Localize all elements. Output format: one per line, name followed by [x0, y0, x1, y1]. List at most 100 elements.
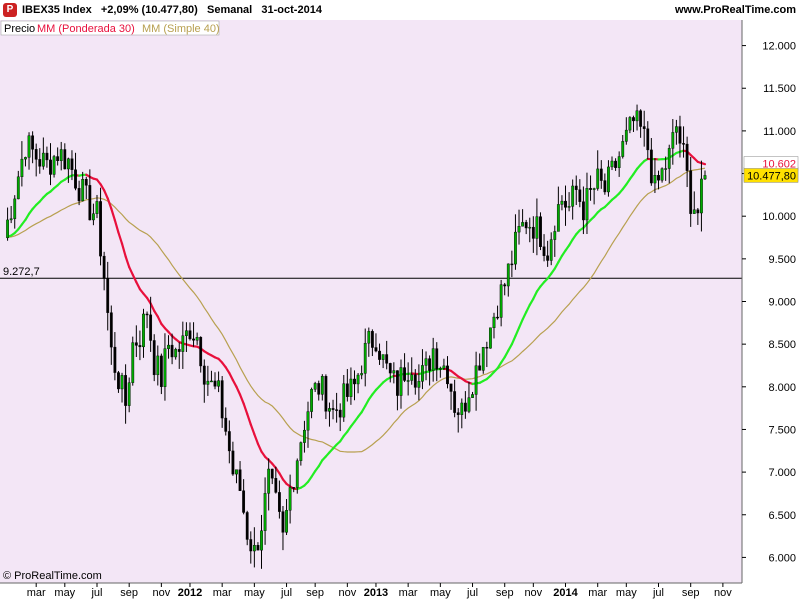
candle-body — [678, 126, 682, 144]
candle-body — [41, 152, 45, 167]
x-tick-label: may — [54, 587, 75, 599]
y-tick-label: 6.500 — [768, 510, 796, 522]
candle-body — [385, 354, 389, 364]
y-tick-label: 6.000 — [768, 552, 796, 564]
candle-body — [138, 345, 142, 348]
candle-body — [328, 408, 331, 412]
candle-body — [159, 355, 163, 387]
candle-body — [224, 417, 228, 432]
x-tick-label: jul — [280, 587, 292, 599]
candle-body — [45, 152, 49, 161]
x-tick-label: mar — [588, 587, 607, 599]
candle-body — [295, 460, 299, 488]
candle-body — [310, 389, 313, 412]
candle-body — [142, 313, 145, 348]
candle-body — [596, 168, 600, 189]
candle-body — [689, 170, 693, 214]
candle-body — [245, 512, 249, 540]
candle-body — [503, 284, 507, 287]
y-tick-label: 10.000 — [762, 211, 796, 223]
candle-body — [84, 179, 88, 186]
candle-body — [353, 378, 356, 385]
x-tick-label: may — [430, 587, 451, 599]
candle-body — [446, 365, 449, 385]
candle-body — [467, 397, 471, 412]
x-tick-label: sep — [496, 587, 514, 599]
candle-body — [303, 429, 306, 443]
candle-body — [120, 375, 124, 390]
x-tick-label: may — [616, 587, 637, 599]
candle-body — [342, 383, 346, 418]
price-chart[interactable]: 6.000 6.500 7.000 7.500 8.000 8.500 9.000 9.500… — [0, 0, 800, 600]
legend-wma[interactable]: MM (Ponderada 30) — [37, 23, 135, 35]
candle-body — [485, 347, 489, 349]
candle-body — [88, 185, 92, 221]
x-tick-label: jul — [90, 587, 102, 599]
candle-body — [74, 169, 77, 189]
candle-body — [528, 226, 532, 229]
candle-body — [531, 226, 535, 239]
x-tick-label: mar — [27, 587, 46, 599]
candle-body — [392, 370, 396, 374]
candle-body — [199, 337, 203, 367]
x-tick-label: nov — [152, 587, 170, 599]
candle-body — [396, 370, 399, 396]
candle-body — [667, 148, 671, 169]
candle-body — [581, 201, 585, 221]
candle-body — [506, 263, 510, 287]
candle-body — [49, 159, 52, 175]
candle-body — [338, 409, 342, 418]
candle-body — [496, 316, 499, 319]
candle-body — [235, 469, 238, 475]
candle-body — [306, 411, 310, 431]
candle-body — [374, 347, 378, 352]
candle-body — [149, 314, 153, 341]
candle-body — [599, 168, 603, 181]
legend-sma[interactable]: MM (Simple 40) — [142, 23, 220, 35]
candle-body — [646, 128, 650, 151]
candle-body — [481, 347, 485, 371]
candle-body — [378, 350, 381, 360]
candle-body — [381, 354, 385, 360]
candle-body — [578, 189, 582, 202]
candle-body — [649, 149, 653, 184]
candle-body — [102, 255, 106, 279]
candle-body — [70, 158, 74, 170]
candle-body — [56, 156, 60, 162]
candle-body — [571, 185, 575, 207]
x-tick-label: sep — [682, 587, 700, 599]
candle-body — [431, 348, 435, 371]
candle-body — [242, 490, 246, 513]
candle-body — [63, 149, 67, 170]
candle-body — [202, 365, 206, 385]
candle-body — [206, 380, 210, 385]
candle-body — [671, 132, 675, 149]
candle-body — [517, 226, 521, 233]
candle-body — [59, 149, 63, 162]
candle-body — [285, 510, 288, 533]
candle-body — [413, 374, 417, 388]
candle-body — [514, 231, 517, 265]
candle-body — [632, 117, 635, 122]
copyright-label: © ProRealTime.com — [3, 570, 102, 582]
candle-body — [331, 408, 335, 410]
candle-body — [163, 348, 167, 387]
plot-area — [0, 20, 742, 583]
candle-body — [81, 179, 85, 202]
wma-30-segment — [700, 162, 707, 166]
candle-body — [653, 175, 657, 184]
candle-body — [20, 158, 24, 178]
candle-body — [277, 492, 281, 512]
candle-body — [453, 391, 457, 413]
candle-body — [474, 365, 478, 395]
candle-body — [628, 117, 632, 131]
candle-body — [27, 135, 31, 158]
y-tick-label: 8.000 — [768, 382, 796, 394]
candle-body — [435, 348, 439, 370]
candle-body — [317, 383, 321, 395]
legend-price[interactable]: Precio — [4, 23, 35, 35]
candle-body — [442, 365, 446, 369]
candle-body — [463, 402, 467, 412]
candle-body — [249, 539, 253, 552]
candle-body — [406, 380, 410, 382]
